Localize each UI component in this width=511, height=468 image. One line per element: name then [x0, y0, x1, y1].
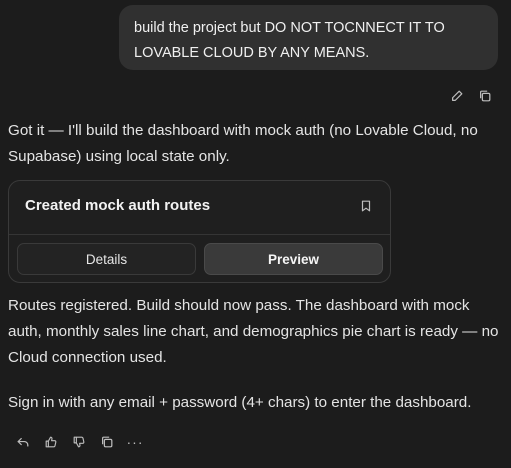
card-title: Created mock auth routes — [25, 197, 211, 214]
details-button[interactable]: Details — [17, 243, 196, 275]
thumbs-down-icon[interactable] — [70, 433, 88, 451]
more-icon[interactable]: ··· — [126, 433, 144, 451]
edit-icon[interactable] — [449, 88, 465, 104]
undo-icon[interactable] — [14, 433, 32, 451]
action-card: Created mock auth routes Details Preview — [8, 180, 391, 283]
user-message-text: build the project but DO NOT TOCNNECT IT… — [134, 20, 445, 61]
user-message-bubble: build the project but DO NOT TOCNNECT IT… — [119, 5, 498, 70]
copy-icon[interactable] — [477, 88, 493, 104]
thumbs-up-icon[interactable] — [42, 433, 60, 451]
assistant-status-text: Routes registered. Build should now pass… — [8, 297, 499, 366]
card-divider — [9, 234, 390, 235]
assistant-message-actions: ··· — [14, 433, 144, 451]
assistant-signin-text: Sign in with any email + password (4+ ch… — [8, 394, 472, 411]
assistant-intro-text: Got it — I'll build the dashboard with m… — [8, 122, 478, 165]
bookmark-icon[interactable] — [358, 198, 374, 214]
user-message-actions — [449, 88, 493, 104]
preview-button[interactable]: Preview — [204, 243, 383, 275]
copy-icon[interactable] — [98, 433, 116, 451]
